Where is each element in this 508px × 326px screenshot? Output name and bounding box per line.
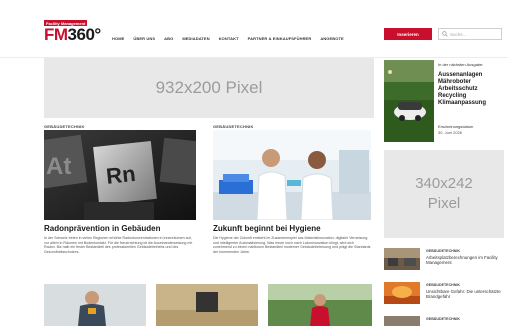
generic-thumb-image: [384, 316, 420, 326]
next-issue-topics: Aussenanlagen Mähroboter Arbeitsschutz R…: [438, 72, 504, 107]
bottom-article-1-image[interactable]: [44, 284, 146, 326]
next-issue-image: [384, 60, 434, 142]
article-1-image[interactable]: At Rn: [44, 130, 196, 220]
side-item-1-title[interactable]: Arbeitsplatzberechnungen im Facility Man…: [426, 255, 504, 266]
side-list-item[interactable]: GEBÄUDETECHNIK: [384, 316, 504, 326]
article-2-teaser: Die Hygiene der Zukunft entsteht im Zusa…: [213, 236, 371, 254]
side-item-2-category: GEBÄUDETECHNIK: [426, 283, 460, 287]
bottom-article-2-image[interactable]: [156, 284, 258, 326]
worker-thumb-image: [44, 284, 146, 326]
main-nav: HOME ÜBER UNS ABO MEDIADATEN KONTAKT PAR…: [112, 36, 344, 41]
article-1-category[interactable]: GEBÄUDETECHNIK: [44, 124, 85, 129]
nav-angebote[interactable]: ANGEBOTE: [320, 36, 343, 41]
site-header: Facility Management FM360° HOME ÜBER UNS…: [0, 0, 508, 58]
side-item-3-category: GEBÄUDETECHNIK: [426, 317, 460, 321]
office-thumb-image: [384, 248, 420, 270]
site-logo[interactable]: Facility Management FM360°: [44, 20, 102, 46]
side-ad-size: 340x242: [415, 175, 473, 192]
nav-partner[interactable]: PARTNER & EINKAUFSFÜHRER: [248, 36, 312, 41]
banner-ad-placeholder[interactable]: 932x200 Pixel: [44, 58, 374, 118]
radon-element-image: At Rn: [44, 130, 196, 220]
topic-3: Arbeitsschutz: [438, 86, 478, 92]
topic-1: Aussenanlagen: [438, 72, 483, 78]
topic-5: Klimaanpassung: [438, 100, 487, 106]
logo-wordmark: FM360°: [44, 26, 101, 44]
article-2-title[interactable]: Zukunft beginnt bei Hygiene: [213, 224, 321, 233]
logo-number: 360°: [67, 25, 102, 44]
side-ad-unit: Pixel: [427, 195, 461, 212]
outdoor-bin-thumb-image: [156, 284, 258, 326]
side-item-1-thumb: [384, 248, 420, 270]
side-list-item[interactable]: GEBÄUDETECHNIK Unsichtbare Gefahr: Die u…: [384, 282, 504, 308]
nav-abo[interactable]: ABO: [164, 36, 173, 41]
banner-label: 932x200 Pixel: [155, 78, 263, 97]
topic-2: Mähroboter: [438, 79, 471, 85]
side-item-3-thumb: [384, 316, 420, 326]
next-issue-label: In der nächsten Ausgabe:: [438, 62, 484, 67]
logo-fm: FM: [44, 25, 68, 44]
lawnmower-robot-image: [384, 60, 434, 142]
article-1-title[interactable]: Radonprävention in Gebäuden: [44, 224, 160, 233]
side-item-2-title[interactable]: Unsichtbare Gefahr: Die unterschätzte Br…: [426, 289, 504, 300]
article-2-category[interactable]: GEBÄUDETECHNIK: [213, 124, 254, 129]
lab-scientists-image: [213, 130, 371, 220]
side-item-1-category: GEBÄUDETECHNIK: [426, 249, 460, 253]
search-box[interactable]: [438, 28, 502, 40]
svg-text:Rn: Rn: [105, 161, 137, 189]
article-1-teaser: In der Schweiz treten in vielen Regionen…: [44, 236, 193, 254]
side-ad-placeholder[interactable]: 340x242 Pixel: [384, 150, 504, 238]
nav-home[interactable]: HOME: [112, 36, 124, 41]
search-icon: [442, 31, 448, 37]
publication-date-label: Erscheinungsdatum: [438, 124, 474, 129]
svg-text:At: At: [46, 153, 71, 180]
fire-thumb-image: [384, 282, 420, 304]
greenhouse-thumb-image: [268, 284, 372, 326]
search-input[interactable]: [450, 31, 500, 37]
side-item-2-thumb: [384, 282, 420, 304]
article-2-image[interactable]: [213, 130, 371, 220]
side-list-item[interactable]: GEBÄUDETECHNIK Arbeitsplatzberechnungen …: [384, 248, 504, 274]
topic-4: Recycling: [438, 93, 467, 99]
bottom-article-3-image[interactable]: [268, 284, 372, 326]
insert-button[interactable]: Inserieren: [384, 28, 432, 40]
nav-ueber-uns[interactable]: ÜBER UNS: [133, 36, 155, 41]
next-issue-ad[interactable]: In der nächsten Ausgabe: Aussenanlagen M…: [384, 60, 504, 142]
nav-mediadaten[interactable]: MEDIADATEN: [182, 36, 209, 41]
nav-kontakt[interactable]: KONTAKT: [219, 36, 239, 41]
publication-date: 30. Juni 2026: [438, 130, 463, 135]
